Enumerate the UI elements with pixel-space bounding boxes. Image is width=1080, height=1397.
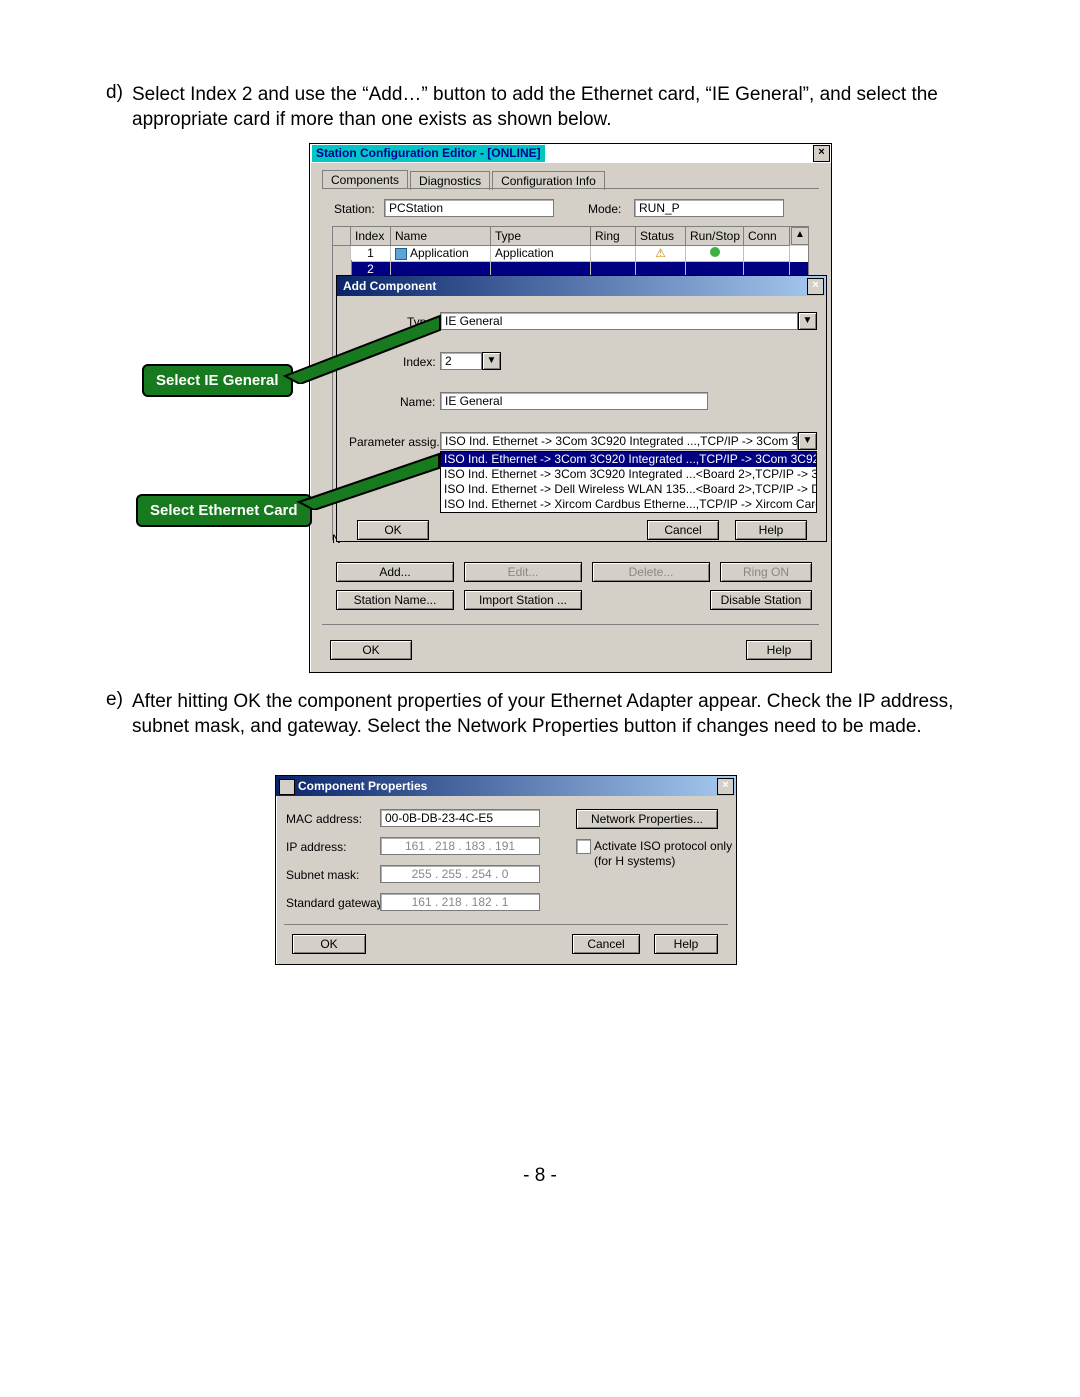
index-label: Index:	[403, 355, 436, 369]
col-type: Type	[491, 227, 591, 246]
app-icon	[279, 779, 295, 795]
chevron-down-icon[interactable]: ▼	[482, 352, 501, 370]
col-name: Name	[391, 227, 491, 246]
disable-station-button[interactable]: Disable Station	[710, 590, 812, 610]
callout-ethernet-card: Select Ethernet Card	[136, 494, 312, 527]
list-item[interactable]: ISO Ind. Ethernet -> 3Com 3C920 Integrat…	[441, 452, 816, 467]
station-name-field: PCStation	[384, 199, 554, 217]
tab-components[interactable]: Components	[322, 170, 408, 189]
mode-field: RUN_P	[634, 199, 784, 217]
gateway-label: Standard gateway:	[286, 896, 386, 910]
station-label: Station:	[334, 202, 375, 216]
col-index: Index	[351, 227, 391, 246]
add-component-dialog: Add Component × Type: IE General ▼ Index…	[336, 275, 827, 542]
window-title: Station Configuration Editor - [ONLINE]	[312, 145, 545, 162]
subnet-label: Subnet mask:	[286, 868, 359, 882]
callout-ie-general: Select IE General	[142, 364, 293, 397]
col-runstop: Run/Stop	[686, 227, 744, 246]
delete-button[interactable]: Delete...	[592, 562, 710, 582]
paragraph-e: After hitting OK the component propertie…	[132, 689, 962, 739]
mac-label: MAC address:	[286, 812, 362, 826]
close-icon[interactable]: ×	[813, 145, 830, 162]
component-properties-window: Component Properties × MAC address: 00-0…	[275, 775, 737, 965]
help-button[interactable]: Help	[735, 520, 807, 540]
grid-header: Index Name Type Ring Status Run/Stop Con…	[333, 227, 808, 246]
paragraph-d: Select Index 2 and use the “Add…” button…	[132, 82, 942, 132]
ok-button[interactable]: OK	[357, 520, 429, 540]
param-label: Parameter assig.:	[349, 435, 443, 449]
close-icon[interactable]: ×	[807, 278, 824, 295]
ok-button[interactable]: OK	[330, 640, 412, 660]
activate-iso-label2: (for H systems)	[594, 854, 675, 868]
tab-divider	[322, 188, 819, 189]
col-status: Status	[636, 227, 686, 246]
list-marker-d: d)	[106, 82, 123, 104]
application-icon	[395, 248, 407, 260]
name-input[interactable]: IE General	[440, 392, 708, 410]
component-properties-title: Component Properties ×	[276, 776, 736, 796]
mode-label: Mode:	[588, 202, 621, 216]
divider	[284, 924, 728, 925]
activate-iso-label: Activate ISO protocol only	[594, 839, 732, 853]
list-marker-e: e)	[106, 689, 123, 711]
type-combo[interactable]: IE General ▼	[440, 312, 817, 330]
mac-input[interactable]: 00-0B-DB-23-4C-E5	[380, 809, 540, 827]
gateway-input: 161 . 218 . 182 . 1	[380, 893, 540, 911]
edit-button[interactable]: Edit...	[464, 562, 582, 582]
col-conn: Conn	[744, 227, 790, 246]
ip-input: 161 . 218 . 183 . 191	[380, 837, 540, 855]
list-item[interactable]: ISO Ind. Ethernet -> 3Com 3C920 Integrat…	[441, 467, 816, 482]
station-name-button[interactable]: Station Name...	[336, 590, 454, 610]
index-combo[interactable]: 2 ▼	[440, 352, 501, 370]
page-number: - 8 -	[0, 1165, 1080, 1187]
import-station-button[interactable]: Import Station ...	[464, 590, 582, 610]
add-button[interactable]: Add...	[336, 562, 454, 582]
network-properties-button[interactable]: Network Properties...	[576, 809, 718, 829]
help-button[interactable]: Help	[654, 934, 718, 954]
param-dropdown[interactable]: ISO Ind. Ethernet -> 3Com 3C920 Integrat…	[440, 451, 817, 513]
subnet-input: 255 . 255 . 254 . 0	[380, 865, 540, 883]
components-grid[interactable]: Index Name Type Ring Status Run/Stop Con…	[332, 226, 809, 279]
type-label: Type:	[407, 315, 436, 329]
divider	[322, 624, 819, 625]
chevron-down-icon[interactable]: ▼	[798, 312, 817, 330]
activate-iso-checkbox[interactable]	[576, 839, 591, 854]
scroll-up-icon[interactable]: ▲	[791, 227, 809, 245]
run-indicator-icon	[710, 247, 720, 257]
ip-label: IP address:	[286, 840, 346, 854]
col-ring: Ring	[591, 227, 636, 246]
close-icon[interactable]: ×	[717, 778, 734, 795]
name-label: Name:	[400, 395, 435, 409]
help-button[interactable]: Help	[746, 640, 812, 660]
param-combo[interactable]: ISO Ind. Ethernet -> 3Com 3C920 Integrat…	[440, 432, 817, 450]
table-row[interactable]: 1 Application Application ⚠	[333, 246, 808, 262]
chevron-down-icon[interactable]: ▼	[798, 432, 817, 450]
ring-on-button[interactable]: Ring ON	[720, 562, 812, 582]
cancel-button[interactable]: Cancel	[647, 520, 719, 540]
status-warning-icon: ⚠	[636, 246, 686, 262]
cancel-button[interactable]: Cancel	[572, 934, 640, 954]
ok-button[interactable]: OK	[292, 934, 366, 954]
list-item[interactable]: ISO Ind. Ethernet -> Dell Wireless WLAN …	[441, 482, 816, 497]
add-component-title: Add Component ×	[337, 276, 826, 296]
list-item[interactable]: ISO Ind. Ethernet -> Xircom Cardbus Ethe…	[441, 497, 816, 512]
tabs: Components Diagnostics Configuration Inf…	[322, 170, 607, 189]
